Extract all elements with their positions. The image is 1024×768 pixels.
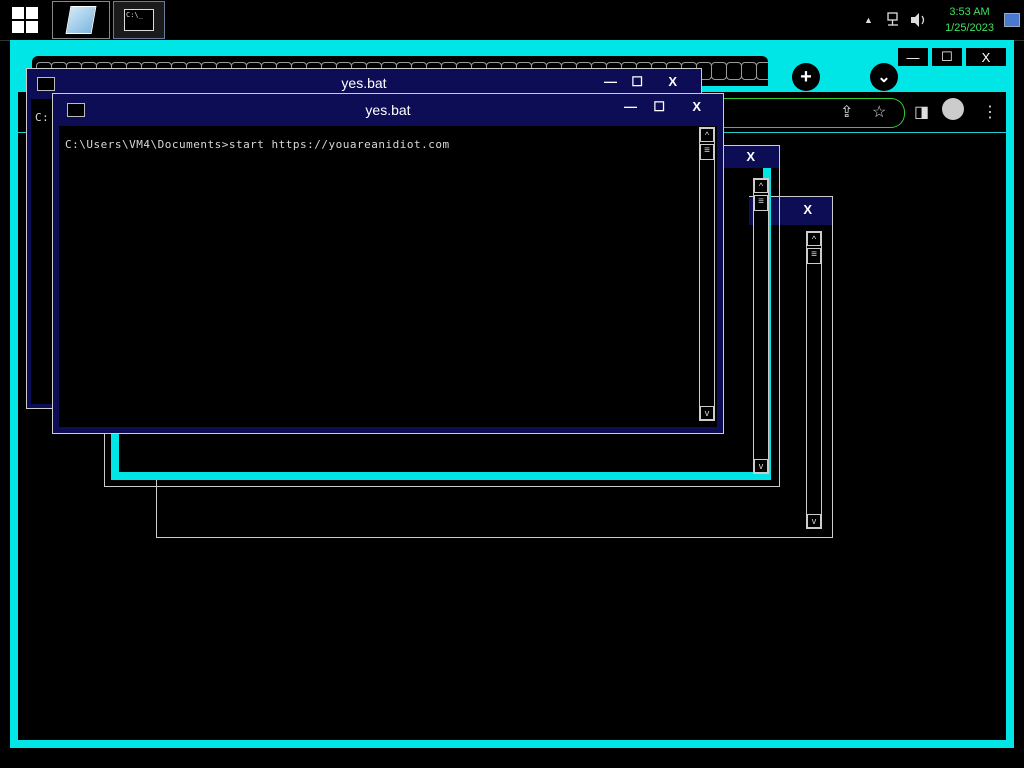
browser-close-button[interactable]: X: [966, 48, 1006, 66]
close-button[interactable]: X: [668, 74, 677, 89]
scroll-thumb[interactable]: ≡: [754, 195, 768, 211]
windows-logo-icon: [12, 7, 38, 33]
scroll-up-icon[interactable]: ^: [807, 232, 821, 246]
vertical-scrollbar[interactable]: ^ ≡ v: [806, 231, 822, 529]
console-area[interactable]: C:\Users\VM4\Documents>start https://you…: [59, 126, 717, 427]
vertical-scrollbar[interactable]: ^ ≡ v: [753, 178, 769, 474]
scroll-down-icon[interactable]: v: [754, 459, 768, 473]
taskbar-notepad-button[interactable]: [52, 1, 110, 39]
browser-tab[interactable]: [756, 62, 768, 80]
window-title: yes.bat: [365, 102, 411, 118]
scroll-down-icon[interactable]: v: [700, 406, 714, 420]
browser-tab[interactable]: [711, 62, 727, 80]
minimize-button[interactable]: —: [624, 99, 637, 114]
maximize-button[interactable]: ☐: [631, 74, 643, 90]
start-button[interactable]: [0, 0, 50, 40]
scroll-up-icon[interactable]: ^: [754, 179, 768, 193]
browser-tab[interactable]: [726, 62, 742, 80]
cmd-icon: C:\_: [124, 9, 154, 31]
system-clock[interactable]: 3:53 AM 1/25/2023: [945, 4, 994, 36]
taskbar: C:\_ ▲ 3:53 AM 1/25/2023: [0, 0, 1024, 41]
window-title: yes.bat: [341, 75, 387, 91]
browser-window-controls: — ☐ X: [894, 48, 1006, 70]
cmd-window-main-titlebar[interactable]: yes.bat — ☐ X: [53, 94, 723, 122]
minimize-button[interactable]: —: [604, 74, 617, 89]
taskbar-cmd-button[interactable]: C:\_: [113, 1, 165, 39]
clock-time: 3:53 AM: [949, 6, 990, 18]
console-prompt-fragment: C:: [35, 111, 50, 124]
maximize-button[interactable]: ☐: [653, 99, 665, 115]
close-button[interactable]: X: [692, 99, 701, 114]
volume-icon[interactable]: [910, 12, 928, 28]
scroll-thumb[interactable]: ≡: [700, 144, 714, 160]
close-button[interactable]: X: [803, 202, 812, 217]
browser-maximize-button[interactable]: ☐: [932, 48, 962, 66]
browser-minimize-button[interactable]: —: [898, 48, 928, 66]
network-icon[interactable]: [886, 12, 902, 28]
console-command-line: C:\Users\VM4\Documents>start https://you…: [65, 138, 450, 151]
bookmark-star-icon[interactable]: ☆: [872, 102, 886, 122]
side-panel-icon[interactable]: ◨: [914, 102, 929, 122]
browser-tab[interactable]: [741, 62, 757, 80]
tray-overflow-icon[interactable]: ▲: [864, 0, 873, 40]
scroll-down-icon[interactable]: v: [807, 514, 821, 528]
notepad-icon: [65, 6, 97, 34]
clock-date: 1/25/2023: [945, 22, 994, 34]
share-icon[interactable]: ⇪: [840, 102, 853, 122]
menu-kebab-icon[interactable]: ⋮: [982, 102, 998, 122]
scroll-thumb[interactable]: ≡: [807, 248, 821, 264]
vertical-scrollbar[interactable]: ^ ≡ v: [699, 127, 715, 421]
scroll-up-icon[interactable]: ^: [700, 128, 714, 142]
close-button[interactable]: X: [746, 149, 755, 164]
new-tab-button[interactable]: +: [792, 63, 820, 91]
cmd-window-main[interactable]: yes.bat — ☐ X C:\Users\VM4\Documents>sta…: [52, 93, 724, 434]
profile-avatar-icon[interactable]: [942, 98, 964, 120]
show-desktop-icon[interactable]: [1004, 13, 1020, 27]
